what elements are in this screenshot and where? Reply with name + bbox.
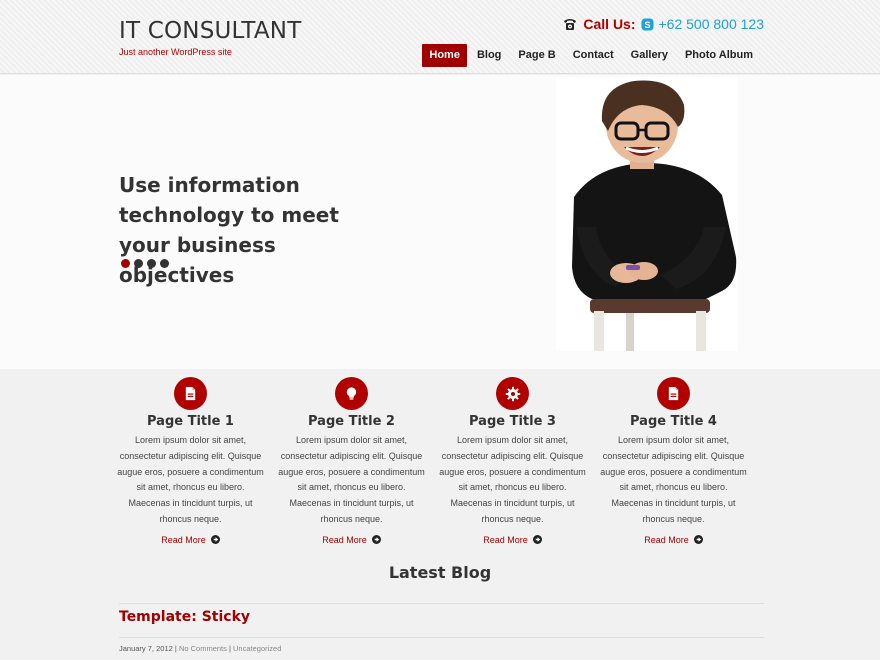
call-us-label: Call Us:	[583, 16, 636, 32]
slider-dots	[121, 259, 169, 268]
nav-item-page-b[interactable]: Page B	[511, 44, 562, 67]
arrow-circle-right-icon	[693, 535, 703, 545]
post-category-link[interactable]: Uncategorized	[233, 644, 281, 653]
post-date: January 7, 2012	[119, 644, 173, 653]
svg-text:S: S	[644, 19, 650, 29]
skype-icon: S	[640, 17, 654, 31]
feature-title[interactable]: Page Title 3	[432, 414, 593, 432]
nav-item-blog[interactable]: Blog	[470, 44, 508, 67]
arrow-circle-right-icon	[371, 535, 381, 545]
gear-icon	[496, 377, 529, 410]
read-more-label: Read More	[161, 534, 206, 545]
latest-blog-heading: Latest Blog	[388, 563, 492, 582]
hero-slider: Use information technology to meet your …	[0, 75, 880, 369]
read-more-link[interactable]: Read More	[322, 535, 381, 545]
feature-card: Page Title 1 Lorem ipsum dolor sit amet,…	[110, 377, 271, 548]
slider-dot-1[interactable]	[121, 259, 130, 268]
read-more-label: Read More	[322, 534, 367, 545]
main-nav: Home Blog Page B Contact Gallery Photo A…	[419, 44, 760, 67]
slider-dot-2[interactable]	[134, 259, 143, 268]
site-header: IT CONSULTANT Just another WordPress sit…	[0, 0, 880, 74]
post-meta: January 7, 2012 | No Comments | Uncatego…	[119, 644, 281, 653]
hero-headline: Use information technology to meet your …	[119, 173, 339, 287]
feature-card: Page Title 3 Lorem ipsum dolor sit amet,…	[432, 377, 593, 548]
read-more-link[interactable]: Read More	[161, 535, 220, 545]
feature-text: Lorem ipsum dolor sit amet, consectetur …	[117, 435, 264, 524]
feature-text: Lorem ipsum dolor sit amet, consectetur …	[278, 435, 425, 524]
nav-item-contact[interactable]: Contact	[566, 44, 621, 67]
phone-icon	[562, 16, 578, 32]
hero-person-photo	[556, 77, 738, 351]
phone-number[interactable]: +62 500 800 123	[659, 16, 765, 32]
feature-card: Page Title 4 Lorem ipsum dolor sit amet,…	[593, 377, 754, 548]
slider-dot-3[interactable]	[147, 259, 156, 268]
feature-title[interactable]: Page Title 2	[271, 414, 432, 432]
meta-separator: |	[228, 644, 231, 653]
document-icon	[174, 377, 207, 410]
nav-item-home[interactable]: Home	[422, 44, 467, 67]
features-row: Page Title 1 Lorem ipsum dolor sit amet,…	[110, 377, 770, 548]
arrow-circle-right-icon	[210, 535, 220, 545]
feature-card: Page Title 2 Lorem ipsum dolor sit amet,…	[271, 377, 432, 548]
read-more-link[interactable]: Read More	[483, 535, 542, 545]
post-title[interactable]: Template: Sticky	[119, 609, 250, 625]
post-comments-link[interactable]: No Comments	[179, 644, 227, 653]
read-more-link[interactable]: Read More	[644, 535, 703, 545]
read-more-label: Read More	[483, 534, 528, 545]
feature-title[interactable]: Page Title 1	[110, 414, 271, 432]
divider	[119, 637, 764, 638]
arrow-circle-right-icon	[532, 535, 542, 545]
divider	[119, 603, 764, 604]
site-title[interactable]: IT CONSULTANT	[119, 18, 301, 44]
nav-item-photo-album[interactable]: Photo Album	[678, 44, 760, 67]
meta-separator: |	[174, 644, 177, 653]
lightbulb-icon	[335, 377, 368, 410]
feature-title[interactable]: Page Title 4	[593, 414, 754, 432]
slider-dot-4[interactable]	[160, 259, 169, 268]
site-tagline: Just another WordPress site	[119, 47, 232, 57]
read-more-label: Read More	[644, 534, 689, 545]
call-us: Call Us: S +62 500 800 123	[562, 16, 764, 32]
nav-item-gallery[interactable]: Gallery	[624, 44, 675, 67]
document-icon	[657, 377, 690, 410]
feature-text: Lorem ipsum dolor sit amet, consectetur …	[600, 435, 747, 524]
feature-text: Lorem ipsum dolor sit amet, consectetur …	[439, 435, 586, 524]
